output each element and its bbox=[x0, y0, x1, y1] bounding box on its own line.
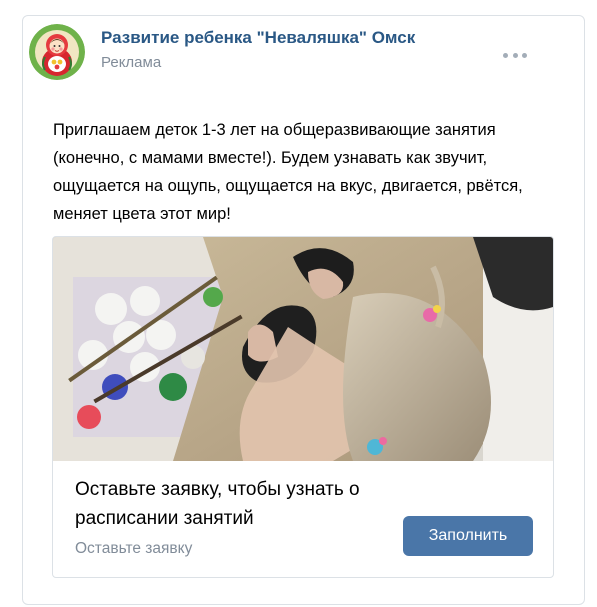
snippet-caption: Оставьте заявку bbox=[75, 540, 193, 557]
matryoshka-avatar-icon bbox=[29, 24, 85, 80]
ad-photo[interactable] bbox=[53, 237, 553, 461]
snippet-title[interactable]: Оставьте заявку, чтобы узнать о расписан… bbox=[75, 475, 405, 533]
more-options-button[interactable] bbox=[503, 51, 527, 59]
fill-form-button[interactable]: Заполнить bbox=[403, 516, 533, 556]
post-text: Приглашаем деток 1-3 лет на общеразвиваю… bbox=[53, 121, 523, 223]
more-dot-icon bbox=[503, 52, 508, 58]
more-dot-icon bbox=[512, 52, 518, 58]
sponsored-label: Реклама bbox=[101, 54, 162, 71]
ad-snippet[interactable]: Оставьте заявку, чтобы узнать о расписан… bbox=[52, 236, 554, 578]
author-name-link[interactable]: Развитие ребенка "Неваляшка" Омск bbox=[101, 28, 415, 48]
avatar[interactable] bbox=[29, 24, 85, 80]
finger-painting-photo-image bbox=[53, 237, 553, 461]
more-dot-icon bbox=[522, 52, 527, 58]
post-header: Развитие ребенка "Неваляшка" Омск Реклам… bbox=[29, 22, 529, 80]
